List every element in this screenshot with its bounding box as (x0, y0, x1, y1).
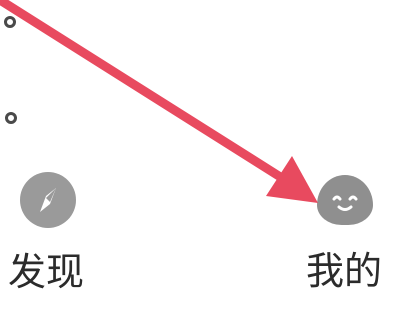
tab-me-label: 我的 (306, 249, 383, 293)
radio-dot-middle (5, 112, 17, 124)
compass-icon (20, 172, 76, 228)
smiley-face-icon (317, 175, 373, 225)
radio-dot-top (4, 16, 16, 28)
tab-discover-label: 发现 (8, 250, 85, 294)
